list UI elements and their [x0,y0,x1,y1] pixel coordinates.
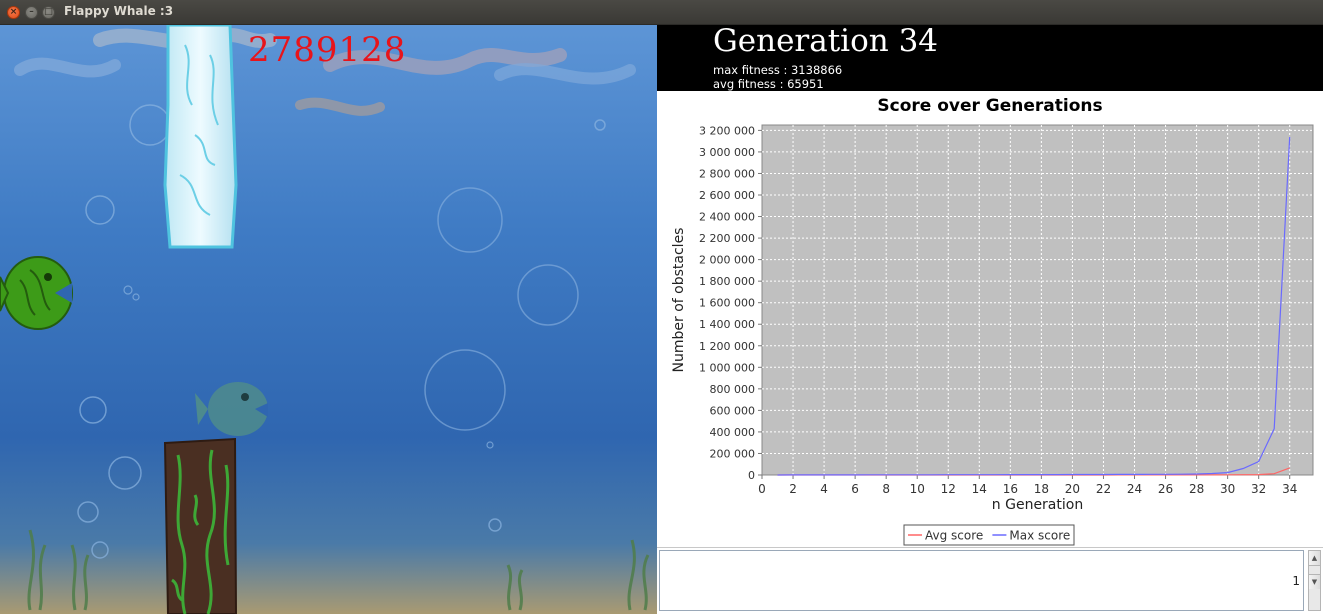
y-tick-label: 1 600 000 [699,297,755,310]
y-axis-label: Number of obstacles [671,228,687,373]
minimize-window-button[interactable]: – [25,6,38,19]
x-tick-label: 24 [1127,482,1142,496]
console-area: 1 ▲ ▼ [657,547,1323,614]
window-titlebar: × – □ Flappy Whale :3 [0,0,1323,25]
y-tick-label: 200 000 [710,447,756,460]
y-tick-label: 0 [748,469,755,482]
maximize-window-button[interactable]: □ [42,6,55,19]
y-tick-label: 3 200 000 [699,124,755,137]
line-number: 1 [1292,574,1300,588]
game-score: 2789128 [248,30,407,70]
window-title: Flappy Whale :3 [64,4,174,18]
x-tick-label: 20 [1065,482,1080,496]
x-tick-label: 30 [1220,482,1235,496]
maximize-icon: □ [44,7,53,17]
chart-title: Score over Generations [877,96,1102,116]
minimize-icon: – [29,7,34,17]
stats-panel: Generation 34 max fitness : 3138866 avg … [657,23,1323,614]
y-tick-label: 1 800 000 [699,275,755,288]
bottom-wood-obstacle [163,437,238,614]
x-tick-label: 16 [1003,482,1018,496]
y-tick-label: 800 000 [710,383,756,396]
underwater-scene [0,25,657,614]
x-tick-label: 12 [941,482,956,496]
close-window-button[interactable]: × [7,6,20,19]
vertical-scrollbar[interactable]: ▲ ▼ [1308,550,1321,611]
y-tick-label: 2 600 000 [699,189,755,202]
generation-title: Generation 34 [713,23,939,59]
y-tick-label: 1 400 000 [699,318,755,331]
y-tick-label: 600 000 [710,404,756,417]
x-tick-label: 26 [1158,482,1173,496]
avg-fitness-label: avg fitness : 65951 [713,77,824,91]
score-chart[interactable]: Score over Generations 0 200 000 400 000 60… [657,91,1323,547]
y-tick-label: 1 000 000 [699,361,755,374]
x-axis-label: n Generation [992,497,1083,513]
legend-label: Avg score [925,529,983,543]
y-tick-label: 400 000 [710,426,756,439]
x-tick-label: 34 [1282,482,1297,496]
generation-panel: Generation 34 max fitness : 3138866 avg … [657,23,1323,91]
console-textarea[interactable]: 1 [659,550,1304,611]
game-canvas[interactable]: 2789128 [0,25,657,614]
scroll-down-icon[interactable]: ▼ [1309,574,1320,589]
x-tick-label: 22 [1096,482,1111,496]
y-tick-label: 2 800 000 [699,167,755,180]
x-tick-label: 32 [1251,482,1266,496]
x-tick-label: 6 [851,482,859,496]
x-tick-label: 2 [789,482,797,496]
y-tick-label: 2 200 000 [699,232,755,245]
top-ice-obstacle [163,25,238,249]
x-tick-label: 0 [758,482,766,496]
y-tick-label: 1 200 000 [699,340,755,353]
x-tick-label: 14 [972,482,987,496]
scroll-up-icon[interactable]: ▲ [1309,551,1320,566]
close-icon: × [9,7,18,17]
legend-label: Max score [1009,529,1070,543]
x-tick-label: 28 [1189,482,1204,496]
y-tick-label: 2 400 000 [699,211,755,224]
y-tick-label: 3 000 000 [699,146,755,159]
y-tick-label: 2 000 000 [699,254,755,267]
chart-legend: Avg score Max score [903,524,1075,546]
x-tick-label: 18 [1034,482,1049,496]
plot-area [761,124,1314,476]
x-tick-label: 10 [910,482,925,496]
x-tick-label: 4 [820,482,828,496]
x-tick-label: 8 [882,482,890,496]
score-chart-svg: Score over Generations 0200 000400 00060… [671,96,1314,546]
max-fitness-label: max fitness : 3138866 [713,63,843,77]
